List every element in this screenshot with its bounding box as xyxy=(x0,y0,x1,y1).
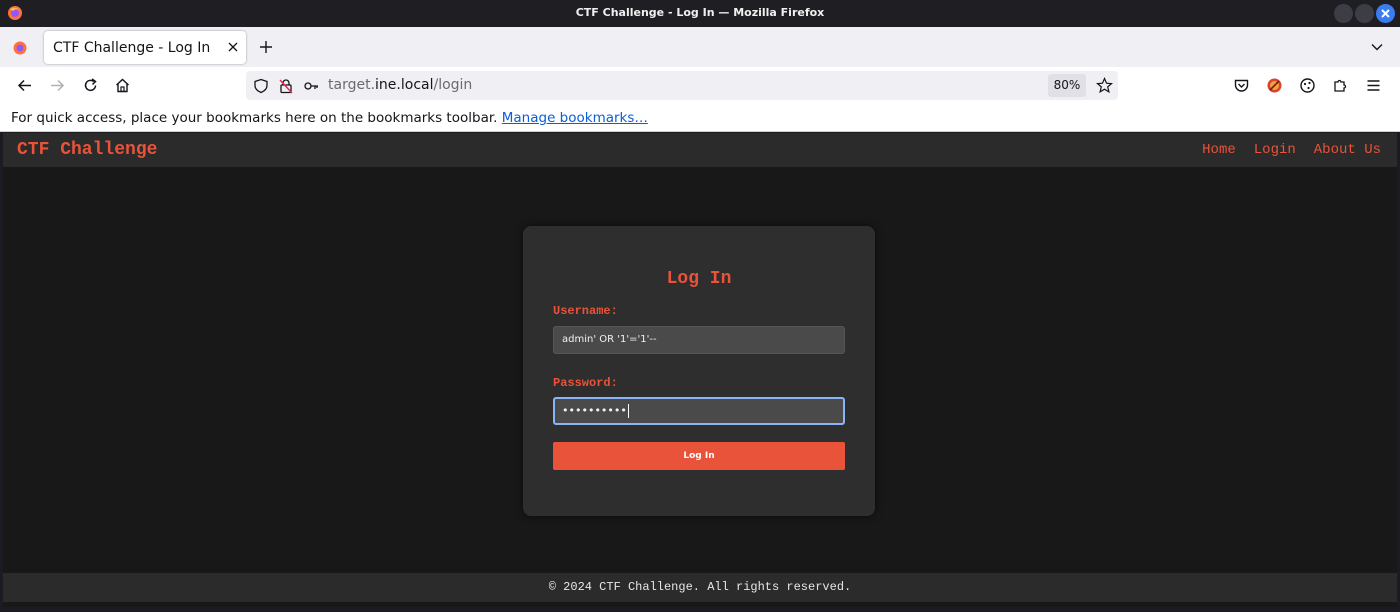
url-path: /login xyxy=(433,77,473,93)
url-text[interactable]: target.ine.local/login xyxy=(328,77,472,93)
password-value: •••••••••• xyxy=(562,404,627,417)
login-title: Log In xyxy=(666,269,732,289)
nav-link-home[interactable]: Home xyxy=(1202,142,1236,158)
tab-strip: CTF Challenge - Log In xyxy=(0,27,1400,67)
url-host: ine.local xyxy=(375,77,434,93)
cookie-icon[interactable] xyxy=(1299,77,1316,94)
login-button[interactable]: Log In xyxy=(553,442,845,470)
back-arrow-icon[interactable] xyxy=(16,77,33,94)
new-tab-icon[interactable] xyxy=(258,39,274,55)
key-icon[interactable] xyxy=(303,78,319,94)
nav-link-about-us[interactable]: About Us xyxy=(1314,142,1381,158)
maximize-icon[interactable] xyxy=(1355,4,1374,23)
window-title: CTF Challenge - Log In — Mozilla Firefox xyxy=(575,6,825,19)
tab-active[interactable]: CTF Challenge - Log In xyxy=(44,31,246,64)
login-card: Log In Username: admin' OR '1'='1'-- Pas… xyxy=(523,226,875,516)
extension-badge-icon[interactable] xyxy=(1266,77,1283,94)
insecure-lock-icon[interactable] xyxy=(278,78,294,94)
hamburger-menu-icon[interactable] xyxy=(1365,77,1382,94)
username-input[interactable]: admin' OR '1'='1'-- xyxy=(553,326,845,354)
bookmarks-toolbar: For quick access, place your bookmarks h… xyxy=(0,104,1400,132)
pocket-icon[interactable] xyxy=(1233,77,1250,94)
manage-bookmarks-link[interactable]: Manage bookmarks… xyxy=(502,110,648,126)
tab-close-icon[interactable] xyxy=(227,41,239,53)
nav-link-login[interactable]: Login xyxy=(1254,142,1296,158)
minimize-icon[interactable] xyxy=(1334,4,1353,23)
navigation-toolbar: target.ine.local/login 80% xyxy=(0,67,1400,104)
password-label: Password: xyxy=(553,376,618,390)
extensions-puzzle-icon[interactable] xyxy=(1332,77,1349,94)
site-brand[interactable]: CTF Challenge xyxy=(17,140,157,160)
tab-title: CTF Challenge - Log In xyxy=(53,40,211,56)
url-subdomain: target. xyxy=(328,77,376,93)
site-nav: Home Login About Us xyxy=(1184,142,1381,158)
close-icon[interactable] xyxy=(1376,4,1395,23)
text-caret xyxy=(627,404,629,418)
username-label: Username: xyxy=(553,304,618,318)
zoom-level-button[interactable]: 80% xyxy=(1048,74,1086,97)
site-header: CTF Challenge Home Login About Us xyxy=(3,133,1397,167)
tracking-shield-icon[interactable] xyxy=(253,78,269,94)
url-bar[interactable]: target.ine.local/login 80% xyxy=(246,71,1118,100)
password-input[interactable]: •••••••••• xyxy=(553,397,845,425)
bookmarks-hint-text: For quick access, place your bookmarks h… xyxy=(11,110,498,126)
bookmark-star-icon[interactable] xyxy=(1096,77,1113,94)
home-icon[interactable] xyxy=(114,77,131,94)
bookmarks-hint: For quick access, place your bookmarks h… xyxy=(11,110,648,126)
forward-arrow-icon[interactable] xyxy=(49,77,66,94)
window-titlebar: CTF Challenge - Log In — Mozilla Firefox xyxy=(0,0,1400,27)
reload-icon[interactable] xyxy=(82,77,99,94)
page-viewport: CTF Challenge Home Login About Us Log In U… xyxy=(3,133,1397,607)
site-footer: © 2024 CTF Challenge. All rights reserve… xyxy=(3,573,1397,602)
firefox-view-icon[interactable] xyxy=(12,40,28,56)
chevron-down-icon[interactable] xyxy=(1370,40,1384,54)
